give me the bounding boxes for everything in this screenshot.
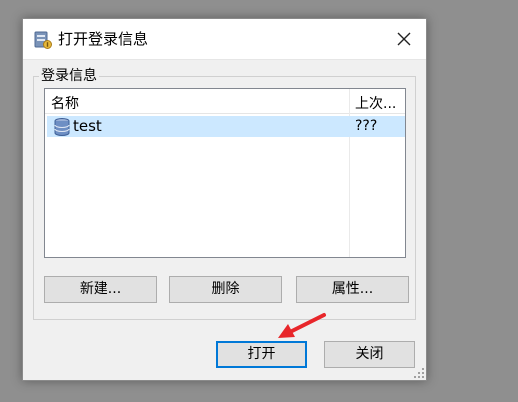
dialog-title: 打开登录信息 [58, 30, 149, 48]
database-icon [34, 31, 52, 49]
open-login-info-dialog: 打开登录信息 登录信息 名称 上次... test ??? 新建... 删除 属… [22, 18, 427, 381]
properties-button[interactable]: 属性... [296, 276, 409, 303]
open-button[interactable]: 打开 [216, 341, 307, 368]
close-button[interactable] [382, 19, 426, 59]
new-button[interactable]: 新建... [44, 276, 157, 303]
list-item-name: test [73, 117, 102, 135]
close-icon [397, 32, 411, 46]
database-icon [54, 118, 70, 136]
delete-button[interactable]: 删除 [169, 276, 282, 303]
group-label: 登录信息 [39, 67, 99, 85]
resize-grip-icon[interactable] [414, 368, 424, 378]
login-list[interactable]: 名称 上次... test ??? [44, 88, 406, 258]
red-arrow-annotation-icon [278, 313, 326, 338]
title-bar: 打开登录信息 [23, 19, 426, 60]
list-item[interactable]: test ??? [47, 116, 405, 137]
list-header: 名称 上次... [45, 89, 405, 114]
close-dialog-button[interactable]: 关闭 [324, 341, 415, 368]
column-divider [349, 89, 350, 257]
column-header-last[interactable]: 上次... [355, 93, 396, 113]
list-item-last: ??? [355, 118, 378, 134]
column-header-name[interactable]: 名称 [51, 93, 79, 113]
